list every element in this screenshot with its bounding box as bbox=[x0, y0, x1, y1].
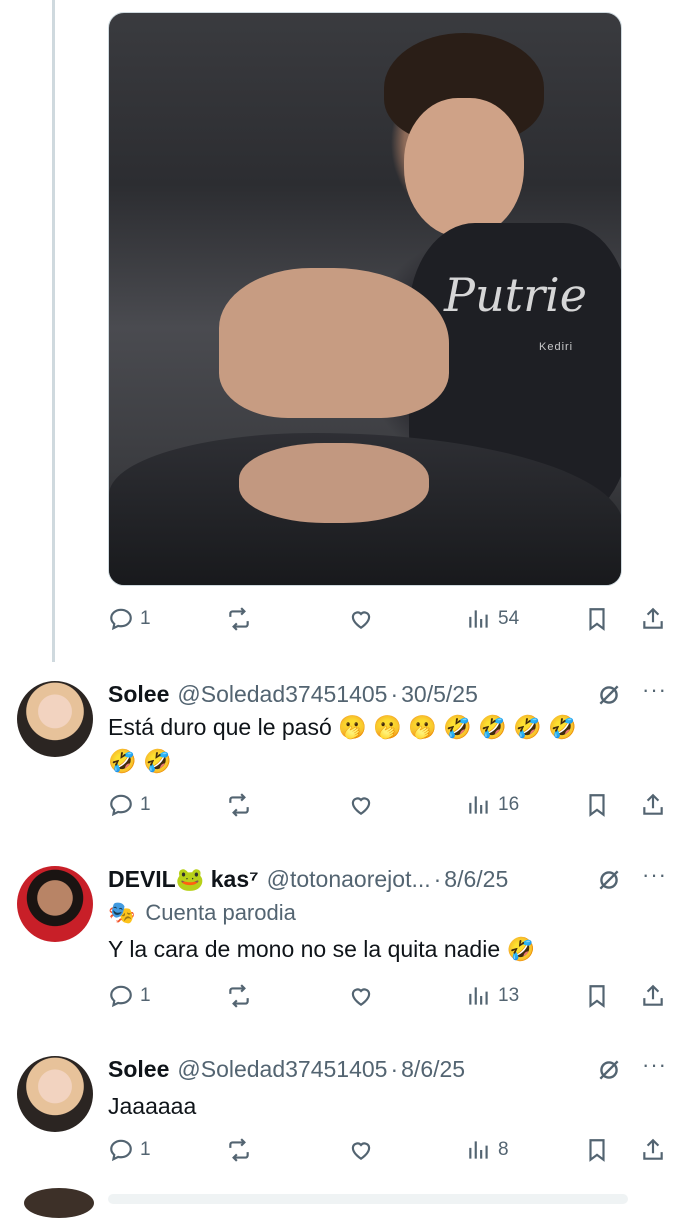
bookmark-button[interactable] bbox=[584, 1135, 610, 1165]
repost-icon bbox=[229, 984, 249, 1008]
avatar[interactable] bbox=[17, 681, 93, 757]
reply-action-bar: 1 16 bbox=[108, 790, 672, 820]
reply-count: 1 bbox=[140, 608, 151, 629]
next-reply-peek bbox=[108, 1194, 628, 1204]
share-icon bbox=[643, 984, 663, 1006]
share-button[interactable] bbox=[640, 981, 666, 1011]
share-icon bbox=[643, 607, 663, 629]
grok-icon[interactable] bbox=[596, 682, 622, 708]
bookmark-icon bbox=[589, 794, 605, 817]
repost-icon bbox=[229, 607, 249, 631]
repost-icon bbox=[229, 1138, 249, 1162]
repost-button[interactable] bbox=[226, 1135, 252, 1165]
tweet-text: Está duro que le pasó 🫢 🫢 🫢 🤣 🤣 🤣 🤣 🤣 🤣 bbox=[108, 714, 577, 774]
reply-count: 1 bbox=[140, 985, 151, 1006]
reply-button[interactable]: 1 bbox=[108, 981, 151, 1011]
display-name[interactable]: Solee bbox=[108, 1056, 169, 1083]
repost-button[interactable] bbox=[226, 790, 252, 820]
like-icon bbox=[351, 988, 371, 1006]
reply-button[interactable]: 1 bbox=[108, 1135, 151, 1165]
views-button[interactable]: 13 bbox=[466, 981, 519, 1011]
reply-button[interactable]: 1 bbox=[108, 604, 151, 634]
tweet-text: Jaaaaaa bbox=[108, 1093, 197, 1119]
bookmark-icon bbox=[589, 1139, 605, 1162]
bookmark-icon bbox=[589, 608, 605, 631]
views-button[interactable]: 16 bbox=[466, 790, 519, 820]
timestamp[interactable]: 30/5/25 bbox=[401, 681, 478, 708]
like-button[interactable] bbox=[348, 790, 374, 820]
grok-icon[interactable] bbox=[596, 867, 622, 893]
bookmark-icon bbox=[589, 985, 605, 1008]
views-count: 54 bbox=[498, 608, 520, 629]
grok-icon[interactable] bbox=[596, 1057, 622, 1083]
views-icon bbox=[469, 610, 488, 628]
views-count: 16 bbox=[498, 794, 520, 815]
next-reply-avatar-peek bbox=[24, 1188, 94, 1218]
reply-button[interactable]: 1 bbox=[108, 790, 151, 820]
reply-count: 1 bbox=[140, 794, 151, 815]
avatar[interactable] bbox=[17, 866, 93, 942]
thread-connector-line bbox=[52, 0, 55, 662]
parody-mask-icon: 🎭 bbox=[108, 900, 136, 925]
username[interactable]: @Soledad37451405 bbox=[177, 1056, 387, 1083]
timestamp[interactable]: 8/6/25 bbox=[444, 866, 508, 893]
display-name[interactable]: Solee bbox=[108, 681, 169, 708]
more-options-button[interactable]: ··· bbox=[642, 677, 667, 703]
views-button[interactable]: 54 bbox=[466, 604, 519, 634]
like-icon bbox=[351, 611, 371, 629]
image-watermark-sub: Kediri bbox=[539, 341, 574, 353]
avatar[interactable] bbox=[17, 1056, 93, 1132]
reply-action-bar: 1 8 bbox=[108, 1135, 672, 1165]
reply-action-bar: 1 13 bbox=[108, 981, 672, 1011]
views-icon bbox=[469, 1141, 488, 1159]
share-button[interactable] bbox=[640, 1135, 666, 1165]
views-count: 13 bbox=[498, 985, 520, 1006]
timestamp[interactable]: 8/6/25 bbox=[401, 1056, 465, 1083]
share-button[interactable] bbox=[640, 790, 666, 820]
tweet-text: Y la cara de mono no se la quita nadie 🤣 bbox=[108, 936, 536, 962]
reply-icon bbox=[110, 1139, 132, 1162]
like-button[interactable] bbox=[348, 1135, 374, 1165]
repost-button[interactable] bbox=[226, 604, 252, 634]
bookmark-button[interactable] bbox=[584, 790, 610, 820]
more-options-button[interactable]: ··· bbox=[642, 1052, 667, 1078]
post-image[interactable]: Putrie Kediri bbox=[108, 12, 622, 586]
more-options-button[interactable]: ··· bbox=[642, 862, 667, 888]
post-action-bar: 1 54 bbox=[108, 604, 672, 634]
like-button[interactable] bbox=[348, 604, 374, 634]
views-icon bbox=[469, 796, 488, 814]
parody-account-label: 🎭 Cuenta parodia bbox=[108, 900, 296, 925]
views-icon bbox=[469, 987, 488, 1005]
bookmark-button[interactable] bbox=[584, 604, 610, 634]
share-icon bbox=[643, 1138, 663, 1160]
reply-icon bbox=[110, 985, 132, 1008]
share-icon bbox=[643, 793, 663, 815]
bookmark-button[interactable] bbox=[584, 981, 610, 1011]
views-count: 8 bbox=[498, 1139, 509, 1160]
like-button[interactable] bbox=[348, 981, 374, 1011]
repost-button[interactable] bbox=[226, 981, 252, 1011]
username[interactable]: @totonaorejot... bbox=[267, 866, 431, 893]
like-icon bbox=[351, 1142, 371, 1160]
reply-count: 1 bbox=[140, 1139, 151, 1160]
reply-icon bbox=[110, 794, 132, 817]
like-icon bbox=[351, 797, 371, 815]
share-button[interactable] bbox=[640, 604, 666, 634]
reply-icon bbox=[110, 608, 132, 631]
display-name[interactable]: DEVIL🐸 kas⁷ bbox=[108, 866, 259, 893]
repost-icon bbox=[229, 793, 249, 817]
image-watermark: Putrie bbox=[444, 268, 587, 322]
views-button[interactable]: 8 bbox=[466, 1135, 509, 1165]
username[interactable]: @Soledad37451405 bbox=[177, 681, 387, 708]
